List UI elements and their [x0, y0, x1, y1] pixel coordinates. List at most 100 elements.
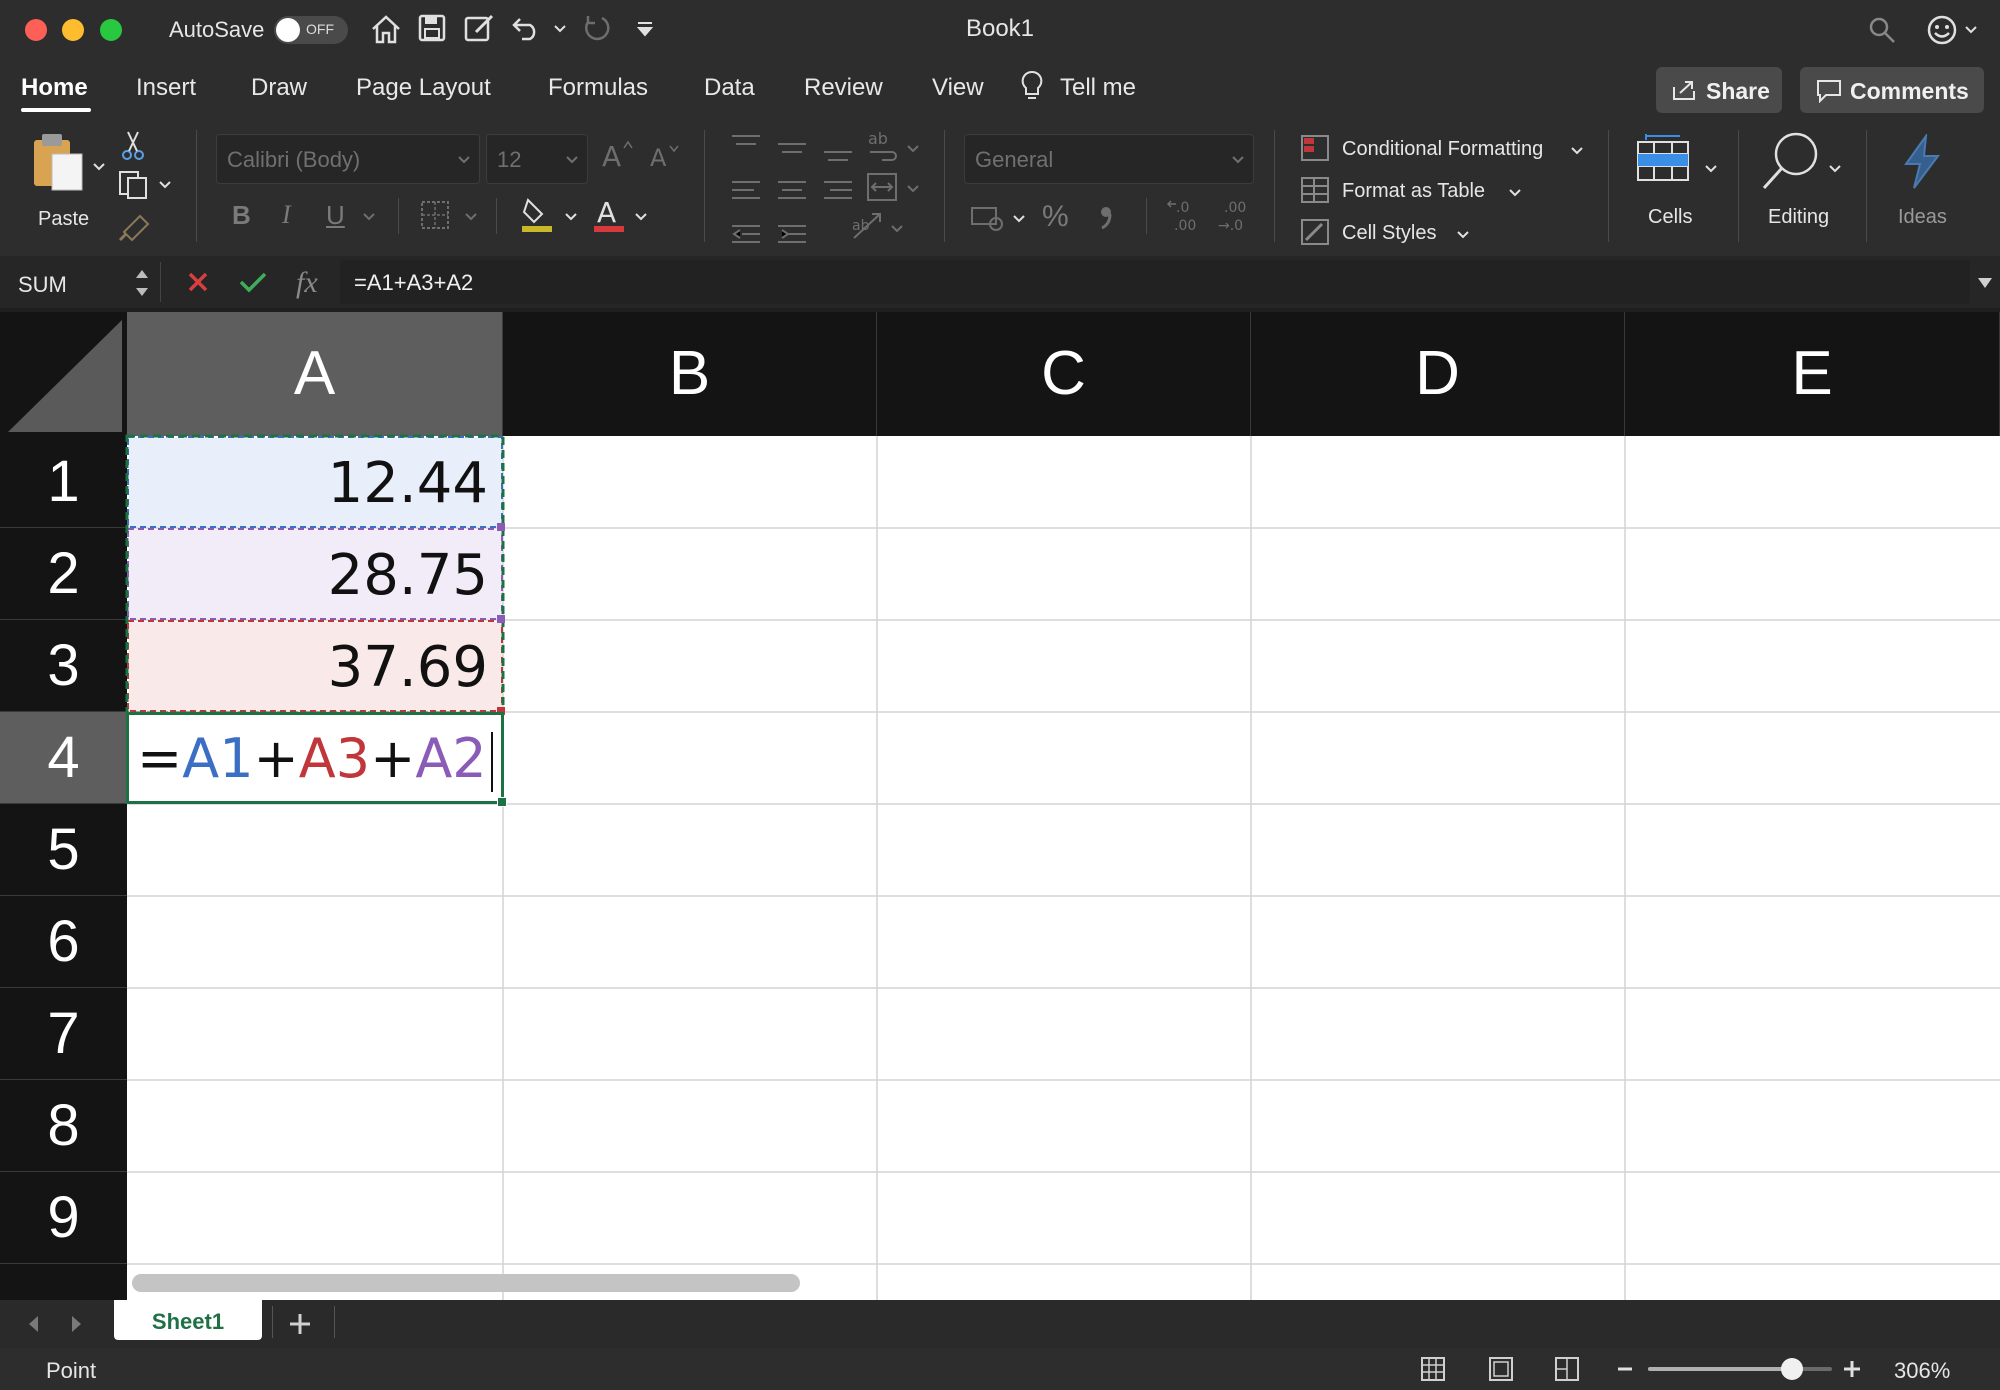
italic-button[interactable]: I: [282, 200, 291, 230]
row-header-6[interactable]: 6: [0, 896, 127, 988]
column-header-c[interactable]: C: [877, 312, 1251, 436]
share-button[interactable]: Share: [1656, 67, 1782, 113]
confirm-entry-icon[interactable]: [238, 270, 268, 294]
search-icon[interactable]: [1868, 16, 1896, 44]
tell-me-search[interactable]: Tell me: [1060, 74, 1136, 102]
customize-toolbar-icon[interactable]: [636, 20, 654, 38]
font-color-chevron-down-icon[interactable]: [634, 212, 648, 222]
row-header-3[interactable]: 3: [0, 620, 127, 712]
row-header-1[interactable]: 1: [0, 436, 127, 528]
fill-handle[interactable]: [497, 797, 507, 807]
merge-center-icon[interactable]: [866, 172, 898, 202]
name-box-stepper-icon[interactable]: [134, 264, 150, 302]
underline-button[interactable]: U: [326, 200, 345, 231]
borders-chevron-down-icon[interactable]: [464, 212, 478, 222]
format-as-table-button[interactable]: Format as Table: [1298, 174, 1538, 208]
conditional-formatting-button[interactable]: Conditional Formatting: [1298, 132, 1598, 166]
fill-color-chevron-down-icon[interactable]: [564, 212, 578, 222]
comma-style-icon[interactable]: [1098, 202, 1114, 230]
editing-button[interactable]: Editing: [1756, 128, 1876, 248]
cut-scissors-icon[interactable]: [120, 130, 146, 162]
row-header-10-partial[interactable]: [0, 1264, 127, 1300]
paste-button[interactable]: Paste: [22, 132, 132, 242]
scroll-sheets-right-icon[interactable]: [70, 1314, 84, 1334]
accounting-format-icon[interactable]: [970, 204, 1006, 232]
horizontal-scrollbar[interactable]: [132, 1274, 800, 1292]
add-sheet-icon[interactable]: [288, 1312, 312, 1336]
row-header-8[interactable]: 8: [0, 1080, 127, 1172]
formula-input[interactable]: =A1+A3+A2: [340, 260, 1970, 304]
smiley-feedback-icon[interactable]: [1926, 14, 1958, 46]
worksheet-grid[interactable]: A B C D E 1 2 3 4 5 6 7 8 9 12.44 28.75 …: [0, 312, 2000, 1300]
zoom-slider-thumb[interactable]: [1780, 1358, 1803, 1380]
row-header-2[interactable]: 2: [0, 528, 127, 620]
select-all-corner[interactable]: [0, 312, 127, 436]
column-header-e[interactable]: E: [1625, 312, 2000, 436]
tab-data[interactable]: Data: [704, 74, 755, 102]
sheet-tab-sheet1[interactable]: Sheet1: [114, 1300, 262, 1340]
wrap-text-icon[interactable]: ab: [866, 130, 900, 164]
zoom-in-icon[interactable]: [1842, 1359, 1862, 1379]
borders-icon[interactable]: [420, 200, 450, 230]
orientation-chevron-down-icon[interactable]: [890, 224, 904, 234]
column-header-a[interactable]: A: [127, 312, 503, 436]
tab-insert[interactable]: Insert: [136, 74, 196, 102]
decrease-font-size-icon[interactable]: A: [648, 142, 682, 170]
row-header-9[interactable]: 9: [0, 1172, 127, 1264]
increase-decimal-icon[interactable]: .0.00: [1166, 198, 1206, 234]
column-header-d[interactable]: D: [1251, 312, 1625, 436]
bold-button[interactable]: B: [232, 200, 251, 231]
zoom-out-icon[interactable]: [1616, 1366, 1634, 1372]
close-window-button[interactable]: [25, 19, 47, 41]
undo-dropdown-chevron-icon[interactable]: [553, 24, 567, 34]
font-color-icon[interactable]: A: [592, 196, 626, 232]
fill-color-icon[interactable]: [520, 196, 554, 232]
ideas-button[interactable]: Ideas: [1880, 128, 1980, 248]
feedback-chevron-down-icon[interactable]: [1964, 25, 1978, 35]
comments-button[interactable]: Comments: [1800, 67, 1984, 113]
name-box[interactable]: SUM: [18, 272, 67, 298]
tab-review[interactable]: Review: [804, 74, 883, 102]
redo-icon[interactable]: [582, 14, 610, 42]
decrease-decimal-icon[interactable]: .00→.0: [1216, 198, 1256, 234]
row-header-7[interactable]: 7: [0, 988, 127, 1080]
accounting-chevron-down-icon[interactable]: [1012, 214, 1026, 224]
page-layout-view-icon[interactable]: [1488, 1356, 1514, 1382]
row-header-4[interactable]: 4: [0, 712, 127, 804]
tab-page-layout[interactable]: Page Layout: [356, 74, 491, 102]
zoom-window-button[interactable]: [100, 19, 122, 41]
page-break-view-icon[interactable]: [1554, 1356, 1580, 1382]
cancel-entry-icon[interactable]: [186, 270, 210, 294]
underline-chevron-down-icon[interactable]: [362, 212, 376, 222]
minimize-window-button[interactable]: [62, 19, 84, 41]
scroll-sheets-left-icon[interactable]: [26, 1314, 40, 1334]
number-format-dropdown[interactable]: General: [964, 134, 1254, 184]
tab-formulas[interactable]: Formulas: [548, 74, 648, 102]
home-icon[interactable]: [370, 14, 402, 44]
font-name-dropdown[interactable]: Calibri (Body): [216, 134, 480, 184]
tab-home[interactable]: Home: [21, 74, 88, 102]
copy-chevron-down-icon[interactable]: [158, 180, 172, 190]
expand-formula-bar-icon[interactable]: [1976, 276, 1994, 290]
increase-font-size-icon[interactable]: A: [600, 138, 634, 170]
orientation-icon[interactable]: ab: [850, 210, 886, 242]
edit-document-icon[interactable]: [464, 14, 496, 42]
autosave-toggle[interactable]: OFF: [274, 16, 348, 44]
cells-button[interactable]: Cells: [1626, 128, 1736, 248]
percent-style-button[interactable]: %: [1042, 200, 1069, 234]
cell-styles-button[interactable]: Cell Styles: [1298, 216, 1498, 250]
format-painter-icon[interactable]: [118, 210, 152, 242]
normal-view-icon[interactable]: [1420, 1356, 1446, 1382]
wrap-chevron-down-icon[interactable]: [906, 144, 920, 154]
insert-function-button[interactable]: fx: [296, 266, 318, 300]
cell-a4-editing[interactable]: =A1+A3+A2: [126, 712, 507, 807]
undo-icon[interactable]: [512, 15, 542, 41]
tab-view[interactable]: View: [932, 74, 984, 102]
alignment-controls[interactable]: [730, 132, 880, 262]
zoom-level[interactable]: 306%: [1894, 1358, 1950, 1384]
tab-draw[interactable]: Draw: [251, 74, 307, 102]
column-header-b[interactable]: B: [503, 312, 877, 436]
merge-chevron-down-icon[interactable]: [906, 184, 920, 194]
zoom-slider[interactable]: [1648, 1358, 1832, 1380]
save-icon[interactable]: [418, 14, 446, 42]
